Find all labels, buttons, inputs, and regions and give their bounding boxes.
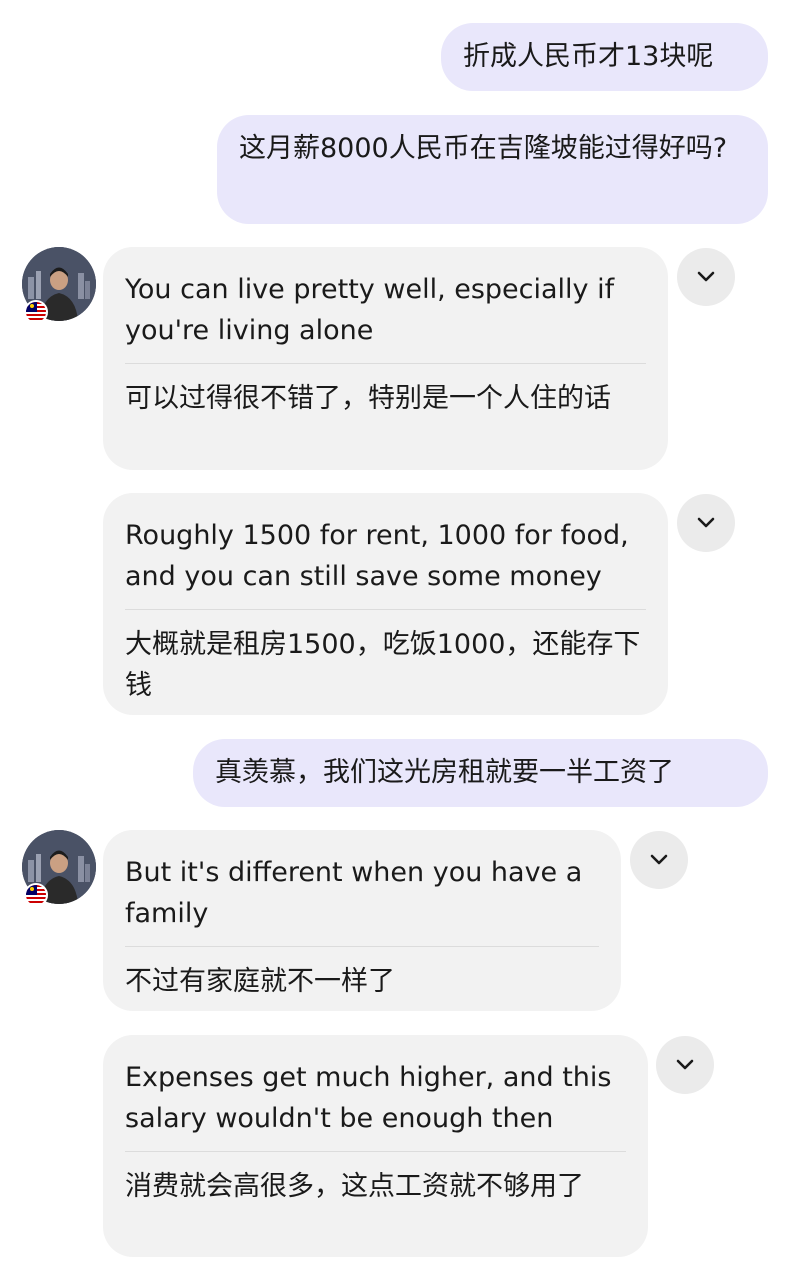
chevron-down-icon [650,854,668,865]
message-translation-text: 大概就是租房1500，吃饭1000，还能存下钱 [125,629,641,701]
translation-divider [125,946,599,947]
message-translation-text: 消费就会高很多，这点工资就不够用了 [125,1171,584,1202]
message-text: 真羡慕，我们这光房租就要一半工资了 [215,757,674,788]
message-options-button[interactable] [656,1036,714,1094]
message-original-text: But it's different when you have a famil… [125,857,583,929]
translation-divider [125,609,646,610]
message-text: 折成人民币才13块呢 [463,41,714,72]
message-original-text: You can live pretty well, especially if … [125,274,615,346]
chevron-down-icon [676,1059,694,1070]
incoming-message[interactable]: But it's different when you have a famil… [103,830,621,1011]
translation-divider [125,363,646,364]
outgoing-message[interactable]: 真羡慕，我们这光房租就要一半工资了 [193,739,768,807]
translation-divider [125,1151,626,1152]
malaysia-flag-icon [24,300,48,324]
message-options-button[interactable] [630,831,688,889]
incoming-message[interactable]: Expenses get much higher, and this salar… [103,1035,648,1257]
outgoing-message[interactable]: 折成人民币才13块呢 [441,23,768,91]
chevron-down-icon [697,271,715,282]
malaysia-flag-icon [24,883,48,907]
message-options-button[interactable] [677,248,735,306]
message-translation-text: 可以过得很不错了，特别是一个人住的话 [125,383,611,414]
outgoing-message[interactable]: 这月薪8000人民币在吉隆坡能过得好吗? [217,115,768,224]
incoming-message[interactable]: Roughly 1500 for rent, 1000 for food, an… [103,493,668,715]
message-options-button[interactable] [677,494,735,552]
incoming-message[interactable]: You can live pretty well, especially if … [103,247,668,470]
message-original-text: Roughly 1500 for rent, 1000 for food, an… [125,520,629,592]
message-translation-text: 不过有家庭就不一样了 [125,966,395,997]
message-text: 这月薪8000人民币在吉隆坡能过得好吗? [239,133,728,164]
message-original-text: Expenses get much higher, and this salar… [125,1062,612,1134]
chevron-down-icon [697,517,715,528]
